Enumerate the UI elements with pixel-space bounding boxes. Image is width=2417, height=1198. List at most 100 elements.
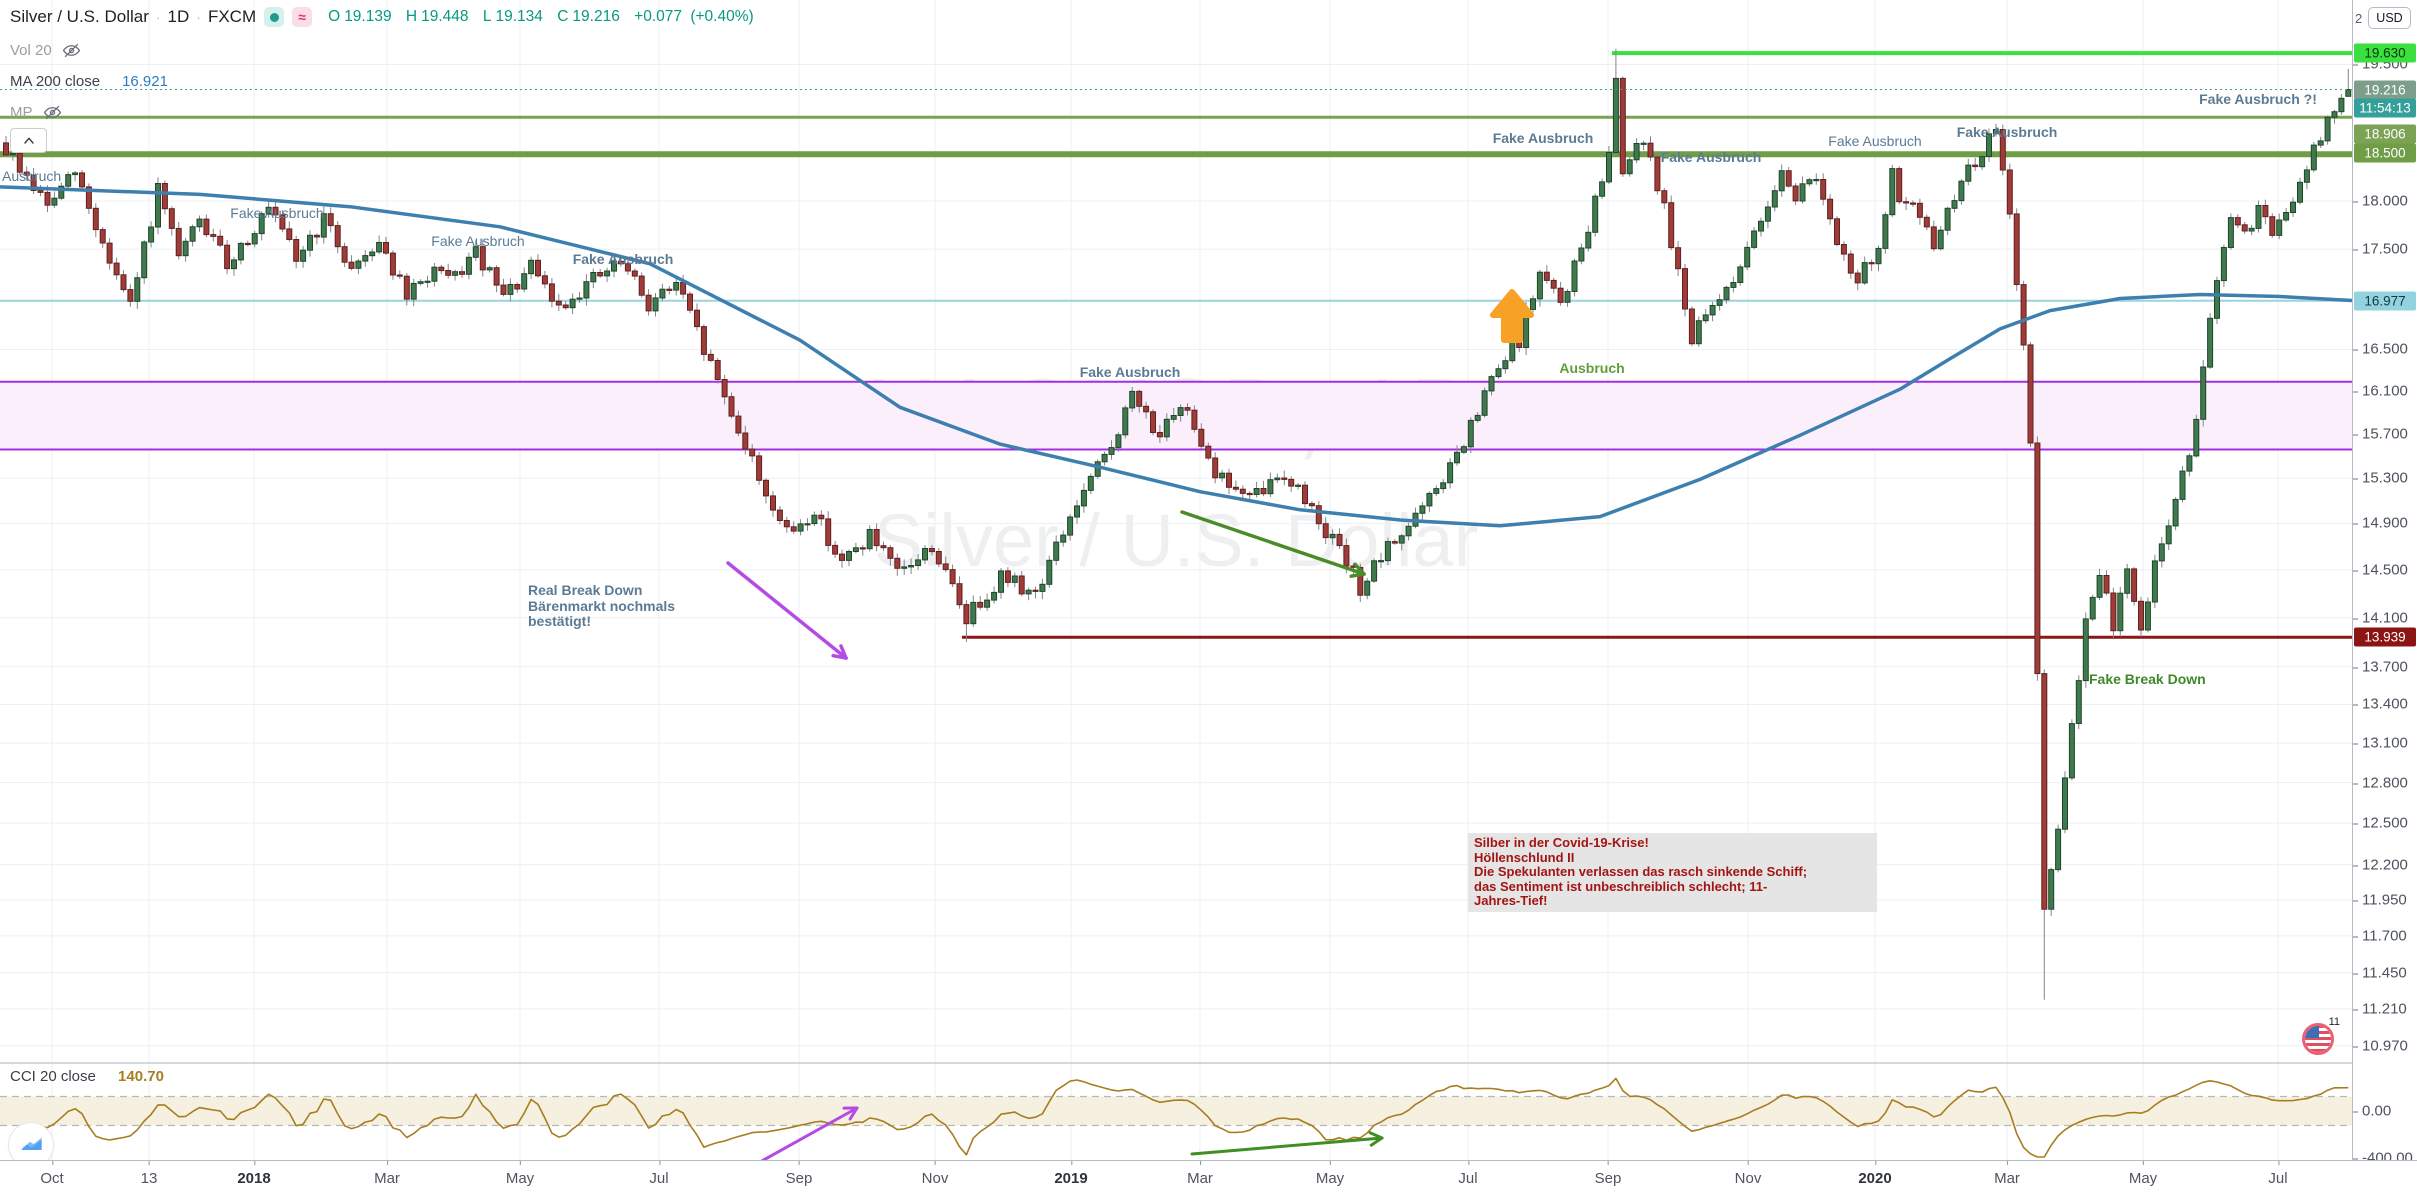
indicator-ma-value: 16.921: [122, 73, 168, 90]
price-tick-label: 14.900: [2362, 515, 2408, 532]
time-axis-label: 2020: [1858, 1170, 1891, 1187]
chart-legend: Silver / U.S. Dollar · 1D · FXCM ≈ O19.1…: [10, 4, 758, 125]
candlestick-series: [4, 49, 2351, 1000]
time-axis-label: Jul: [649, 1170, 668, 1187]
time-axis-label: 2019: [1054, 1170, 1087, 1187]
cci-tick-label: 0.00: [2362, 1103, 2391, 1120]
high-value: 19.448: [421, 8, 468, 25]
open-label: O: [328, 8, 340, 25]
price-tick-label: 14.500: [2362, 562, 2408, 579]
cci-green-arrow: [1192, 1133, 1382, 1154]
economic-events-flag-icon[interactable]: 11: [2302, 1023, 2334, 1055]
time-axis-label: Sep: [1595, 1170, 1622, 1187]
low-value: 19.134: [495, 8, 542, 25]
high-label: H: [406, 8, 417, 25]
breakdown-note: Real Break Down Bärenmarkt nochmals best…: [528, 583, 675, 630]
time-axis-label: May: [2129, 1170, 2157, 1187]
cci-indicator-value: 140.70: [118, 1068, 164, 1085]
chart-annotation-text: Fake Ausbruch: [1493, 130, 1594, 146]
exchange-label[interactable]: FXCM: [208, 7, 256, 27]
price-axis[interactable]: 2 USD ⚙ 19.50018.00017.50016.50016.10015…: [2352, 0, 2417, 1198]
covid-note-line: Höllenschlund II: [1474, 851, 1871, 866]
covid-note: Silber in der Covid-19-Krise! Höllenschl…: [1468, 833, 1877, 912]
symbol-name[interactable]: Silver / U.S. Dollar: [10, 7, 149, 27]
time-axis-label: Jul: [2268, 1170, 2287, 1187]
covid-note-line: Jahres-Tief!: [1474, 894, 1871, 909]
timeframe-label[interactable]: 1D: [168, 7, 190, 27]
chart-annotation-text: Ausbruch: [1559, 360, 1624, 376]
low-label: L: [483, 8, 492, 25]
breakdown-note-line: Real Break Down: [528, 583, 675, 599]
ohlc-values: O19.139 H19.448 L19.134 C19.216 +0.077 (…: [328, 8, 758, 26]
time-axis[interactable]: Oct 13 2018 Mar May Jul Sep Nov 2019 Mar May Jul Sep…: [0, 1160, 2417, 1198]
price-tick-label: 11.210: [2362, 1001, 2407, 1018]
time-axis-label: May: [1316, 1170, 1344, 1187]
time-axis-label: 13: [141, 1170, 158, 1187]
chart-annotation-text: Fake Ausbruch: [230, 205, 323, 221]
logo-chart-icon: [18, 1132, 45, 1159]
time-axis-label: Oct: [40, 1170, 63, 1187]
price-label-chip: 16.977: [2354, 292, 2416, 311]
eye-off-icon[interactable]: [62, 41, 81, 60]
price-tick-label: 18.000: [2362, 193, 2408, 210]
price-tick-label: 12.500: [2362, 815, 2408, 832]
price-label-chip: 11:54:13: [2354, 99, 2416, 118]
chart-annotation-text: Fake Ausbruch: [1661, 149, 1762, 165]
chart-annotation-text: Fake Ausbruch: [1957, 124, 2058, 140]
time-axis-label: Nov: [1735, 1170, 1762, 1187]
cci-indicator-label[interactable]: CCI 20 close: [10, 1068, 96, 1085]
chart-annotation-text: Ausbruch: [2, 168, 61, 184]
time-axis-label: Nov: [922, 1170, 949, 1187]
price-tick-label: 11.700: [2362, 928, 2407, 945]
delayed-data-icon[interactable]: ≈: [292, 7, 312, 27]
indicator-ma-label[interactable]: MA 200 close: [10, 73, 100, 90]
price-label-chip: 18.500: [2354, 144, 2416, 163]
time-axis-label: May: [506, 1170, 534, 1187]
price-label-chip: 18.906: [2354, 125, 2416, 144]
chart-annotation-text: Fake Ausbruch ?!: [2199, 91, 2317, 107]
chart-annotation-text: Fake Ausbruch: [573, 251, 674, 267]
legend-separator: ·: [156, 9, 161, 25]
price-tick-label: 15.300: [2362, 470, 2408, 487]
chart-annotation-text: Fake Ausbruch: [1080, 364, 1181, 380]
price-axis-partial-tick: 2: [2355, 11, 2362, 26]
purple-breakdown-arrow: [728, 563, 846, 658]
price-label-chip: 13.939: [2354, 628, 2416, 647]
status-dot-icon: [270, 13, 279, 22]
close-label: C: [557, 8, 568, 25]
price-tick-label: 17.500: [2362, 241, 2408, 258]
indicator-mp-label[interactable]: MP: [10, 104, 33, 121]
breakdown-note-line: Bärenmarkt nochmals: [528, 599, 675, 615]
collapse-indicators-button[interactable]: [10, 128, 47, 153]
time-axis-label: Mar: [1994, 1170, 2020, 1187]
price-tick-label: 16.100: [2362, 383, 2408, 400]
price-tick-label: 10.970: [2362, 1038, 2408, 1055]
price-tick-label: 15.700: [2362, 426, 2408, 443]
chart-annotation-text: Fake Break Down: [2089, 671, 2206, 687]
tradingview-chart-window: XAGUSD, 1D Silver / U.S. Dollar Silver /…: [0, 0, 2417, 1198]
covid-note-line: Silber in der Covid-19-Krise!: [1474, 836, 1871, 851]
indicator-volume-label[interactable]: Vol 20: [10, 42, 52, 59]
covid-note-line: Die Spekulanten verlassen das rasch sink…: [1474, 865, 1871, 880]
price-chart-canvas[interactable]: [0, 0, 2417, 1198]
price-tick-label: 13.700: [2362, 659, 2408, 676]
time-axis-label: Mar: [1187, 1170, 1213, 1187]
price-label-chip: 19.216: [2354, 81, 2416, 100]
legend-separator: ·: [196, 9, 201, 25]
market-status-icon[interactable]: [264, 7, 284, 27]
close-value: 19.216: [572, 8, 619, 25]
change-percent: (+0.40%): [690, 8, 753, 25]
price-tick-label: 14.100: [2362, 610, 2408, 627]
events-count-badge: 11: [2329, 1016, 2340, 1028]
currency-toggle-button[interactable]: USD: [2368, 7, 2411, 29]
time-axis-label: 2018: [237, 1170, 270, 1187]
price-tick-label: 13.100: [2362, 735, 2408, 752]
price-tick-label: 12.200: [2362, 857, 2408, 874]
time-axis-label: Mar: [374, 1170, 400, 1187]
eye-off-icon[interactable]: [43, 103, 62, 122]
price-label-chip: 19.630: [2354, 44, 2416, 63]
time-axis-label: Sep: [786, 1170, 813, 1187]
cci-legend: CCI 20 close 140.70: [10, 1068, 164, 1085]
change-value: +0.077: [634, 8, 682, 25]
price-tick-label: 16.500: [2362, 341, 2408, 358]
